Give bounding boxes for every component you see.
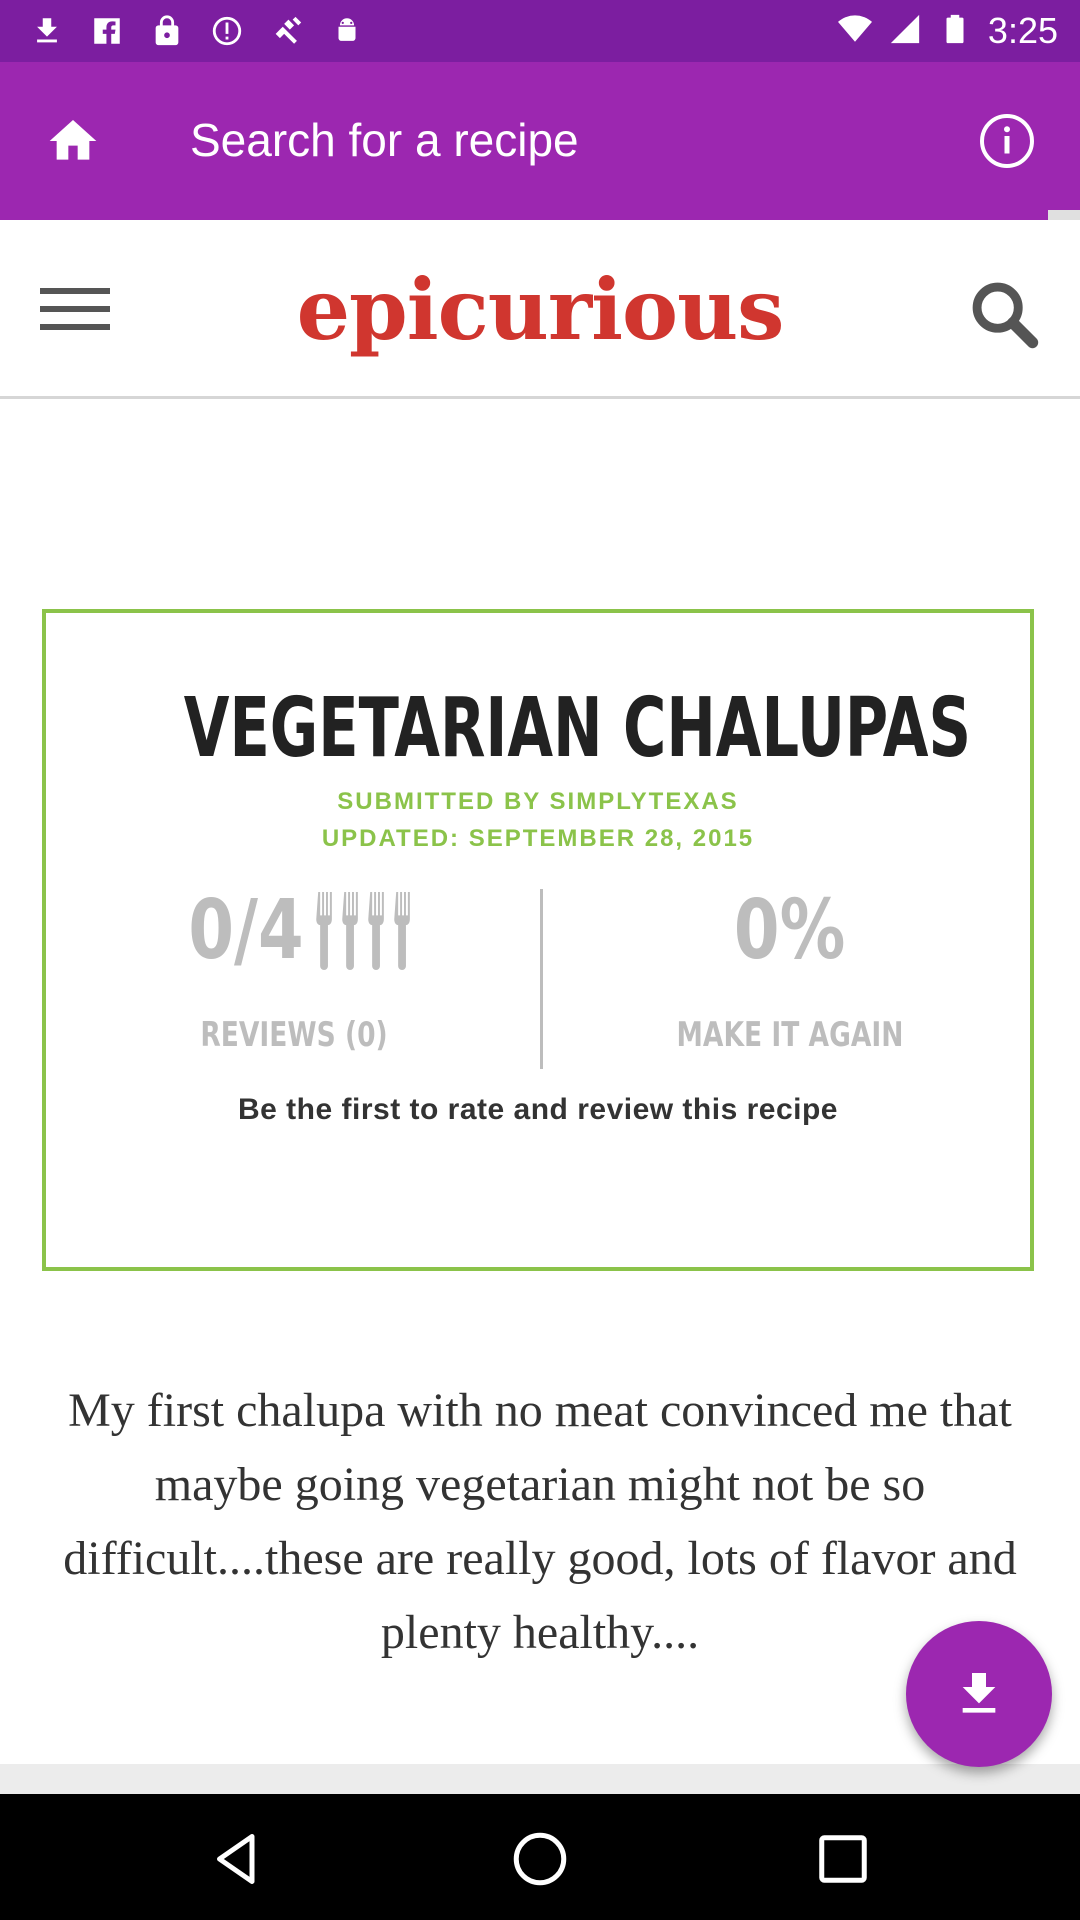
rating-value: 0/4 <box>188 883 304 978</box>
info-icon <box>980 114 1034 168</box>
alert-icon <box>208 12 246 50</box>
scroll-indicator <box>1048 210 1080 220</box>
make-it-again-section: 0% MAKE IT AGAIN <box>542 883 1038 1063</box>
android-icon <box>328 12 366 50</box>
system-nav-bar <box>0 1794 1080 1920</box>
recents-button[interactable] <box>808 1824 878 1894</box>
search-button[interactable] <box>966 276 1042 352</box>
back-icon <box>217 1834 255 1884</box>
rating-section[interactable]: 0/4 REVIEWS (0) <box>46 883 542 1063</box>
reviews-label: REVIEWS (0) <box>200 1015 388 1055</box>
wifi-icon <box>837 12 872 51</box>
recipe-card: VEGETARIAN CHALUPAS SUBMITTED BY SIMPLYT… <box>42 609 1034 1271</box>
site-logo[interactable]: epicurious <box>0 262 1080 358</box>
facebook-icon <box>88 12 126 50</box>
home-button[interactable] <box>40 108 106 174</box>
info-button[interactable] <box>972 106 1042 176</box>
submitted-by[interactable]: SUBMITTED BY SIMPLYTEXAS <box>46 788 1030 816</box>
recents-icon <box>819 1835 867 1883</box>
lock-icon <box>148 12 186 50</box>
clock: 3:25 <box>987 10 1058 51</box>
download-button[interactable] <box>906 1621 1052 1767</box>
recipe-description: My first chalupa with no meat convinced … <box>63 1384 1017 1659</box>
review-prompt-link[interactable]: Be the first to rate and review this rec… <box>46 1093 1030 1127</box>
download-icon <box>962 1673 996 1713</box>
site-header: epicurious <box>0 220 1080 399</box>
back-button[interactable] <box>202 1824 272 1894</box>
make-it-again-value: 0% <box>734 883 846 978</box>
updated-date: UPDATED: SEPTEMBER 28, 2015 <box>321 825 755 852</box>
status-bar: 3:25 <box>0 0 1080 62</box>
search-icon <box>972 282 1039 349</box>
home-nav-button[interactable] <box>505 1824 575 1894</box>
make-it-again-label: MAKE IT AGAIN <box>676 1015 904 1055</box>
battery-icon <box>938 12 972 51</box>
app-title[interactable]: Search for a recipe <box>190 112 579 168</box>
home-circle-icon <box>513 1832 567 1886</box>
fork-rating-icon <box>316 892 414 970</box>
page-footer-strip <box>0 1764 1080 1794</box>
recipe-title: VEGETARIAN CHALUPAS <box>183 681 972 776</box>
download-icon <box>28 12 66 50</box>
home-icon <box>49 120 97 160</box>
app-bar: Search for a recipe <box>0 62 1080 220</box>
signal-icon <box>888 12 922 51</box>
fake-gps-icon <box>268 12 306 50</box>
